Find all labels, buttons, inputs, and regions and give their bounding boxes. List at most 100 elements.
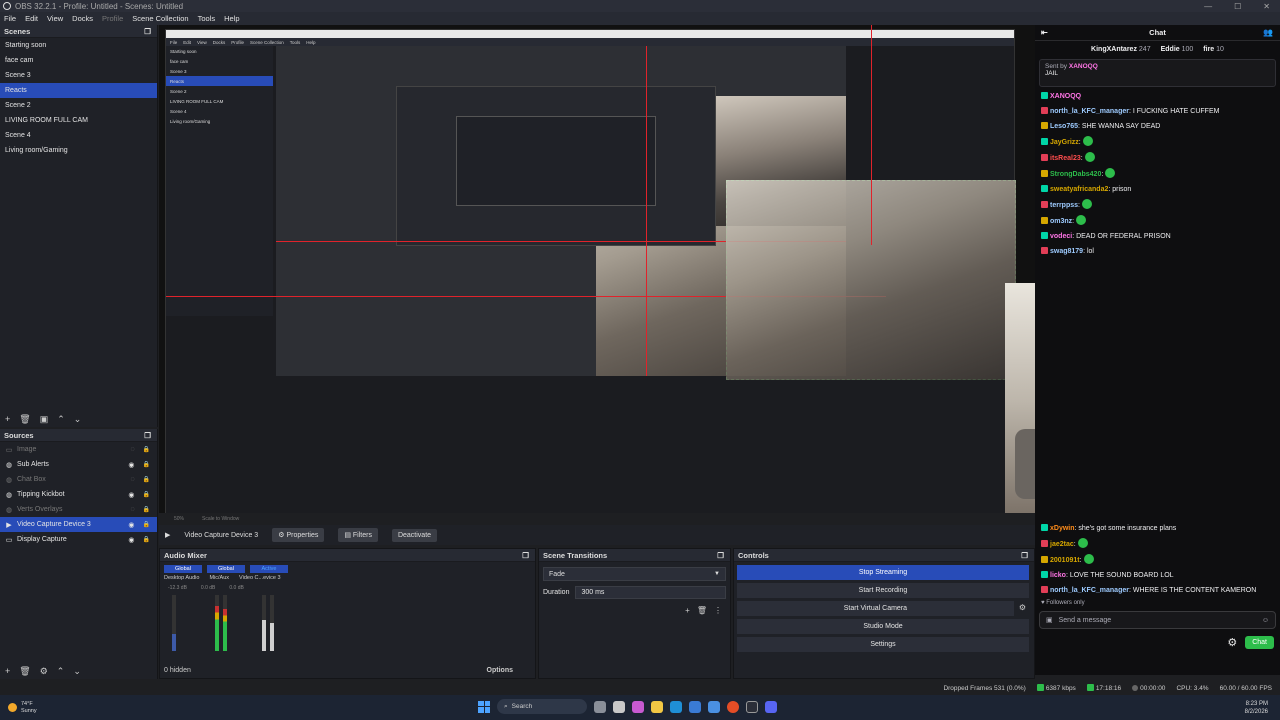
gear-icon[interactable]: ⚙ — [1019, 603, 1026, 612]
obs-taskbar-icon[interactable] — [746, 700, 758, 713]
source-item[interactable]: ▭ Display Capture ◉ 🔒 — [0, 532, 157, 547]
lock-icon[interactable]: 🔒 — [143, 476, 150, 483]
users-icon[interactable]: 👥 — [1263, 28, 1273, 37]
minimize-icon[interactable]: — — [1204, 2, 1212, 11]
dock-float-icon[interactable]: ❐ — [144, 431, 151, 440]
chat-username[interactable]: 2001091t — [1050, 557, 1080, 564]
chat-input[interactable]: ▣ Send a message ☺ — [1039, 611, 1276, 629]
maximize-icon[interactable]: ☐ — [1234, 2, 1241, 11]
menu-view[interactable]: View — [47, 14, 63, 23]
deactivate-button[interactable]: Deactivate — [391, 528, 438, 542]
weather-widget[interactable]: 74°F Sunny — [0, 701, 37, 715]
lock-icon[interactable]: 🔒 — [143, 521, 150, 528]
copilot-icon[interactable] — [632, 700, 644, 713]
system-tray-clock[interactable]: 8:23 PM 8/2/2026 — [1245, 700, 1268, 716]
settings-button[interactable]: Settings — [737, 637, 1029, 652]
menu-profile[interactable]: Profile — [102, 14, 123, 23]
dock-float-icon[interactable]: ❐ — [1021, 551, 1028, 560]
add-icon[interactable]: + — [685, 606, 690, 615]
chat-username[interactable]: xDywin — [1050, 525, 1075, 532]
chat-username[interactable]: vodeci — [1050, 233, 1072, 240]
start-virtual-camera-button[interactable]: Start Virtual Camera — [737, 601, 1014, 616]
task-view-icon[interactable] — [613, 700, 625, 713]
chrome-icon[interactable] — [727, 700, 739, 713]
source-item-active[interactable]: ▶ Video Capture Device 3 ◉ 🔒 — [0, 517, 157, 532]
move-up-icon[interactable]: ⌃ — [57, 414, 65, 425]
collapse-icon[interactable]: ⇤ — [1041, 28, 1048, 37]
studio-mode-button[interactable]: Studio Mode — [737, 619, 1029, 634]
pinned-message[interactable]: Sent by XANOQQ JAIL — [1039, 59, 1276, 87]
move-up-icon[interactable]: ⌃ — [57, 666, 65, 677]
chat-username[interactable]: terrppss — [1050, 202, 1078, 209]
close-icon[interactable]: ✕ — [1263, 2, 1270, 11]
chat-username[interactable]: jae2tac — [1050, 541, 1074, 548]
add-scene-icon[interactable]: + — [5, 414, 10, 424]
source-item[interactable]: ◍ Chat Box ◌ 🔒 — [0, 472, 157, 487]
edge-icon[interactable] — [670, 700, 682, 713]
menu-help[interactable]: Help — [224, 14, 239, 23]
app-icon[interactable] — [708, 700, 720, 713]
chat-username[interactable]: itsReal23 — [1050, 155, 1081, 162]
menu-scene-collection[interactable]: Scene Collection — [132, 14, 188, 23]
eye-hidden-icon[interactable]: ◌ — [130, 446, 134, 453]
store-icon[interactable] — [689, 700, 701, 713]
discord-icon[interactable] — [765, 700, 777, 713]
scene-item[interactable]: Starting soon — [0, 38, 157, 53]
eye-icon[interactable]: ◉ — [128, 521, 134, 529]
scene-item-active[interactable]: Reacts — [0, 83, 157, 98]
scene-item[interactable]: LIVING ROOM FULL CAM — [0, 113, 157, 128]
properties-button[interactable]: ⚙ Properties — [272, 528, 325, 542]
filters-button[interactable]: ▤ Filters — [338, 528, 378, 542]
add-source-icon[interactable]: + — [5, 666, 10, 676]
dock-float-icon[interactable]: ❐ — [717, 551, 724, 560]
chat-username[interactable]: swag8179 — [1050, 248, 1083, 255]
move-down-icon[interactable]: ⌄ — [73, 666, 81, 677]
scene-item[interactable]: Living room/Gaming — [0, 143, 157, 158]
eye-icon[interactable]: ◉ — [128, 461, 134, 469]
source-settings-icon[interactable]: ⚙ — [40, 666, 48, 677]
start-recording-button[interactable]: Start Recording — [737, 583, 1029, 598]
source-item[interactable]: ▭ Image ◌ 🔒 — [0, 442, 157, 457]
menu-tools[interactable]: Tools — [198, 14, 216, 23]
mixer-options-button[interactable]: Options — [487, 667, 513, 674]
menu-file[interactable]: File — [4, 14, 16, 23]
zoom-mode[interactable]: Scale to Window — [202, 516, 239, 522]
chat-username[interactable]: north_la_KFC_manager — [1050, 108, 1129, 115]
source-item[interactable]: ◍ Tipping Kickbot ◉ 🔒 — [0, 487, 157, 502]
chat-username[interactable]: sweatyafricanda2 — [1050, 186, 1108, 193]
chat-username[interactable]: north_la_KFC_manager — [1050, 587, 1129, 594]
taskbar-search[interactable]: ⌕ Search — [497, 699, 587, 714]
chat-username[interactable]: licko — [1050, 572, 1066, 579]
eye-hidden-icon[interactable]: ◌ — [130, 476, 134, 483]
remove-scene-icon[interactable]: 🗑 — [19, 414, 30, 425]
chat-send-button[interactable]: Chat — [1245, 636, 1274, 649]
scene-item[interactable]: Scene 3 — [0, 68, 157, 83]
dock-float-icon[interactable]: ❐ — [522, 551, 529, 560]
scene-filter-icon[interactable]: ▣ — [40, 414, 49, 425]
dock-float-icon[interactable]: ❐ — [144, 27, 151, 36]
scene-item[interactable]: Scene 2 — [0, 98, 157, 113]
mixer-tab[interactable]: Global — [207, 565, 245, 573]
stop-streaming-button[interactable]: Stop Streaming — [737, 565, 1029, 580]
eye-icon[interactable]: ◉ — [128, 491, 134, 499]
more-icon[interactable]: ⋮ — [714, 606, 722, 615]
windows-start-icon[interactable] — [478, 700, 490, 713]
remove-icon[interactable]: 🗑 — [697, 606, 707, 615]
lock-icon[interactable]: 🔒 — [143, 506, 150, 513]
mixer-tab[interactable]: Active — [250, 565, 288, 573]
remove-source-icon[interactable]: 🗑 — [19, 666, 30, 677]
lock-icon[interactable]: 🔒 — [143, 446, 150, 453]
lock-icon[interactable]: 🔒 — [143, 536, 150, 543]
widgets-icon[interactable] — [594, 700, 606, 713]
eye-hidden-icon[interactable]: ◌ — [130, 506, 134, 513]
lock-icon[interactable]: 🔒 — [143, 461, 150, 468]
source-item[interactable]: ◍ Verts Overlays ◌ 🔒 — [0, 502, 157, 517]
scene-item[interactable]: face cam — [0, 53, 157, 68]
move-down-icon[interactable]: ⌄ — [74, 414, 82, 425]
chat-username[interactable]: XANOQQ — [1050, 93, 1081, 100]
menu-docks[interactable]: Docks — [72, 14, 93, 23]
menu-edit[interactable]: Edit — [25, 14, 38, 23]
scene-item[interactable]: Scene 4 — [0, 128, 157, 143]
chat-username[interactable]: StrongDabs420 — [1050, 171, 1101, 178]
mixer-tab[interactable]: Global — [164, 565, 202, 573]
